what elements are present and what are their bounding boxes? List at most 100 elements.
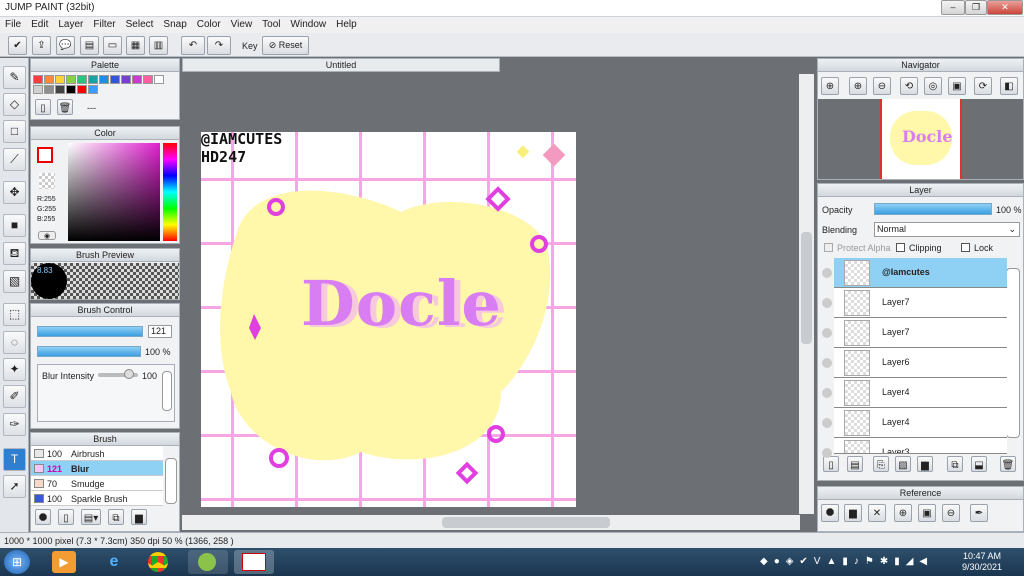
rect-select-tool-icon[interactable]: ⬚ <box>3 303 26 326</box>
brush-material-icon[interactable]: ⯃ <box>35 509 51 525</box>
share-icon[interactable]: ⇪ <box>32 36 51 55</box>
reference-zoom-in-icon[interactable]: ⊕ <box>894 504 912 522</box>
layer-row[interactable]: Layer6 <box>834 348 1007 378</box>
canvas-vertical-scroll-thumb[interactable] <box>801 232 812 344</box>
palette-swatch[interactable] <box>44 85 54 94</box>
menu-filter[interactable]: Filter <box>88 17 120 33</box>
palette-swatch[interactable] <box>44 75 54 84</box>
canvas-horizontal-scrollbar[interactable] <box>182 515 800 530</box>
copy-layer-icon[interactable]: ⧉ <box>947 456 963 472</box>
layer-opacity-slider[interactable] <box>874 203 992 215</box>
move-tool-icon[interactable]: ✥ <box>3 181 26 204</box>
gradient-tool-icon[interactable]: ▧ <box>3 270 26 293</box>
layer-row[interactable]: Layer4 <box>834 378 1007 408</box>
layer-visibility-eye-icon[interactable] <box>822 298 832 308</box>
navigator-preview-area[interactable]: Docle <box>818 99 1023 179</box>
clipping-checkbox[interactable] <box>896 243 905 252</box>
layer-list-scrollbar[interactable] <box>1006 268 1020 438</box>
menu-window[interactable]: Window <box>286 17 332 33</box>
layer-row[interactable]: @Iamcutes <box>834 258 1007 288</box>
reference-fit-icon[interactable]: ▣ <box>918 504 936 522</box>
chrome-icon[interactable] <box>148 552 168 572</box>
background-color-swatch[interactable] <box>39 173 55 189</box>
select-eraser-tool-icon[interactable]: ✑ <box>3 413 26 436</box>
palette-swatch[interactable] <box>33 85 43 94</box>
close-button[interactable]: ✕ <box>987 0 1023 15</box>
eraser-tool-icon[interactable]: ◇ <box>3 93 26 116</box>
merge-layer-icon[interactable]: ⬓ <box>971 456 987 472</box>
internet-explorer-icon[interactable]: e <box>102 551 126 573</box>
new-palette-icon[interactable]: ▯ <box>35 99 51 115</box>
layer-row[interactable]: Layer7 <box>834 318 1007 348</box>
comment-icon[interactable]: 💬 <box>56 36 75 55</box>
text-tool-icon[interactable]: T <box>3 448 26 471</box>
rotate-reset-icon[interactable]: ◎ <box>924 77 942 95</box>
new-brush-icon[interactable]: ▯ <box>58 509 74 525</box>
minimize-button[interactable]: – <box>941 0 965 15</box>
menu-select[interactable]: Select <box>121 17 159 33</box>
layer-visibility-eye-icon[interactable] <box>822 268 832 278</box>
rectangle-tool-icon[interactable]: □ <box>3 120 26 143</box>
fit-screen-icon[interactable]: ▣ <box>948 77 966 95</box>
layer-visibility-eye-icon[interactable] <box>822 328 832 338</box>
brush-list-item[interactable]: 100 Sparkle Brush <box>31 491 163 506</box>
palette-swatch[interactable] <box>88 85 98 94</box>
blur-intensity-handle[interactable] <box>124 369 134 379</box>
menu-color[interactable]: Color <box>192 17 226 33</box>
brush-menu-icon[interactable]: ▤▾ <box>81 509 101 525</box>
brush-list-scrollbar[interactable] <box>165 458 177 504</box>
zoom-fit-icon[interactable]: ⊕ <box>821 77 839 95</box>
layer-row[interactable]: Layer4 <box>834 408 1007 438</box>
brush-copy-icon[interactable]: ⧉ <box>108 509 124 525</box>
zoom-out-icon[interactable]: ⊖ <box>873 77 891 95</box>
quick-mask-icon[interactable]: ✔ <box>8 36 27 55</box>
select-pen-tool-icon[interactable]: ✐ <box>3 385 26 408</box>
clock[interactable]: 10:47 AM 9/30/2021 <box>962 551 1002 573</box>
brush-size-slider[interactable] <box>37 326 143 337</box>
reference-zoom-out-icon[interactable]: ⊖ <box>942 504 960 522</box>
palette-swatch[interactable] <box>88 75 98 84</box>
rotate-right-icon[interactable]: ⟳ <box>974 77 992 95</box>
menu-file[interactable]: File <box>0 17 26 33</box>
brush-size-field[interactable]: 121 <box>148 325 172 338</box>
delete-layer-icon[interactable]: 🗑 <box>1000 456 1016 472</box>
menu-edit[interactable]: Edit <box>26 17 53 33</box>
menu-layer[interactable]: Layer <box>53 17 88 33</box>
hue-slider[interactable] <box>163 143 177 241</box>
menu-help[interactable]: Help <box>331 17 362 33</box>
fill-rectangle-tool-icon[interactable]: ■ <box>3 214 26 237</box>
taskbar-jump-paint[interactable] <box>234 550 274 574</box>
document-tab[interactable]: Untitled <box>182 58 500 72</box>
palette-swatch[interactable] <box>55 75 65 84</box>
palette-swatch[interactable] <box>66 75 76 84</box>
canvas-vertical-scrollbar[interactable] <box>799 74 814 514</box>
start-button-icon[interactable]: ⊞ <box>4 550 30 574</box>
layer-row[interactable]: Layer7 <box>834 288 1007 318</box>
foreground-color-swatch[interactable] <box>37 147 53 163</box>
undo-button[interactable]: ↶ <box>181 36 205 55</box>
pen-tool-icon[interactable]: ✎ <box>3 66 26 89</box>
palette-swatch[interactable] <box>143 75 153 84</box>
reference-eyedropper-icon[interactable]: ✒ <box>970 504 988 522</box>
brush-list-item[interactable]: 100 Airbrush <box>31 446 163 461</box>
blending-select[interactable]: Normal ⌄ <box>874 222 1020 237</box>
line-tool-icon[interactable]: ⟋ <box>3 148 26 171</box>
palette-swatch[interactable] <box>110 75 120 84</box>
rotate-left-icon[interactable]: ⟲ <box>900 77 918 95</box>
color-saturation-field[interactable] <box>68 143 160 241</box>
flip-icon[interactable]: ◧ <box>1000 77 1018 95</box>
layer-visibility-eye-icon[interactable] <box>822 448 832 458</box>
delete-palette-icon[interactable]: 🗑 <box>57 99 73 115</box>
menu-view[interactable]: View <box>226 17 258 33</box>
bucket-tool-icon[interactable]: ⛾ <box>3 242 26 265</box>
layer-visibility-eye-icon[interactable] <box>822 418 832 428</box>
magic-wand-tool-icon[interactable]: ✦ <box>3 358 26 381</box>
maximize-button[interactable]: ❐ <box>965 0 987 15</box>
menu-snap[interactable]: Snap <box>158 17 191 33</box>
reference-material-icon[interactable]: ⯃ <box>821 504 839 522</box>
duplicate-layer-icon[interactable]: ⎘ <box>873 456 889 472</box>
artwork-canvas[interactable]: Docle <box>201 132 576 507</box>
new-layer-icon[interactable]: ▯ <box>823 456 839 472</box>
palette-swatch[interactable] <box>55 85 65 94</box>
reference-close-icon[interactable]: ✕ <box>868 504 886 522</box>
